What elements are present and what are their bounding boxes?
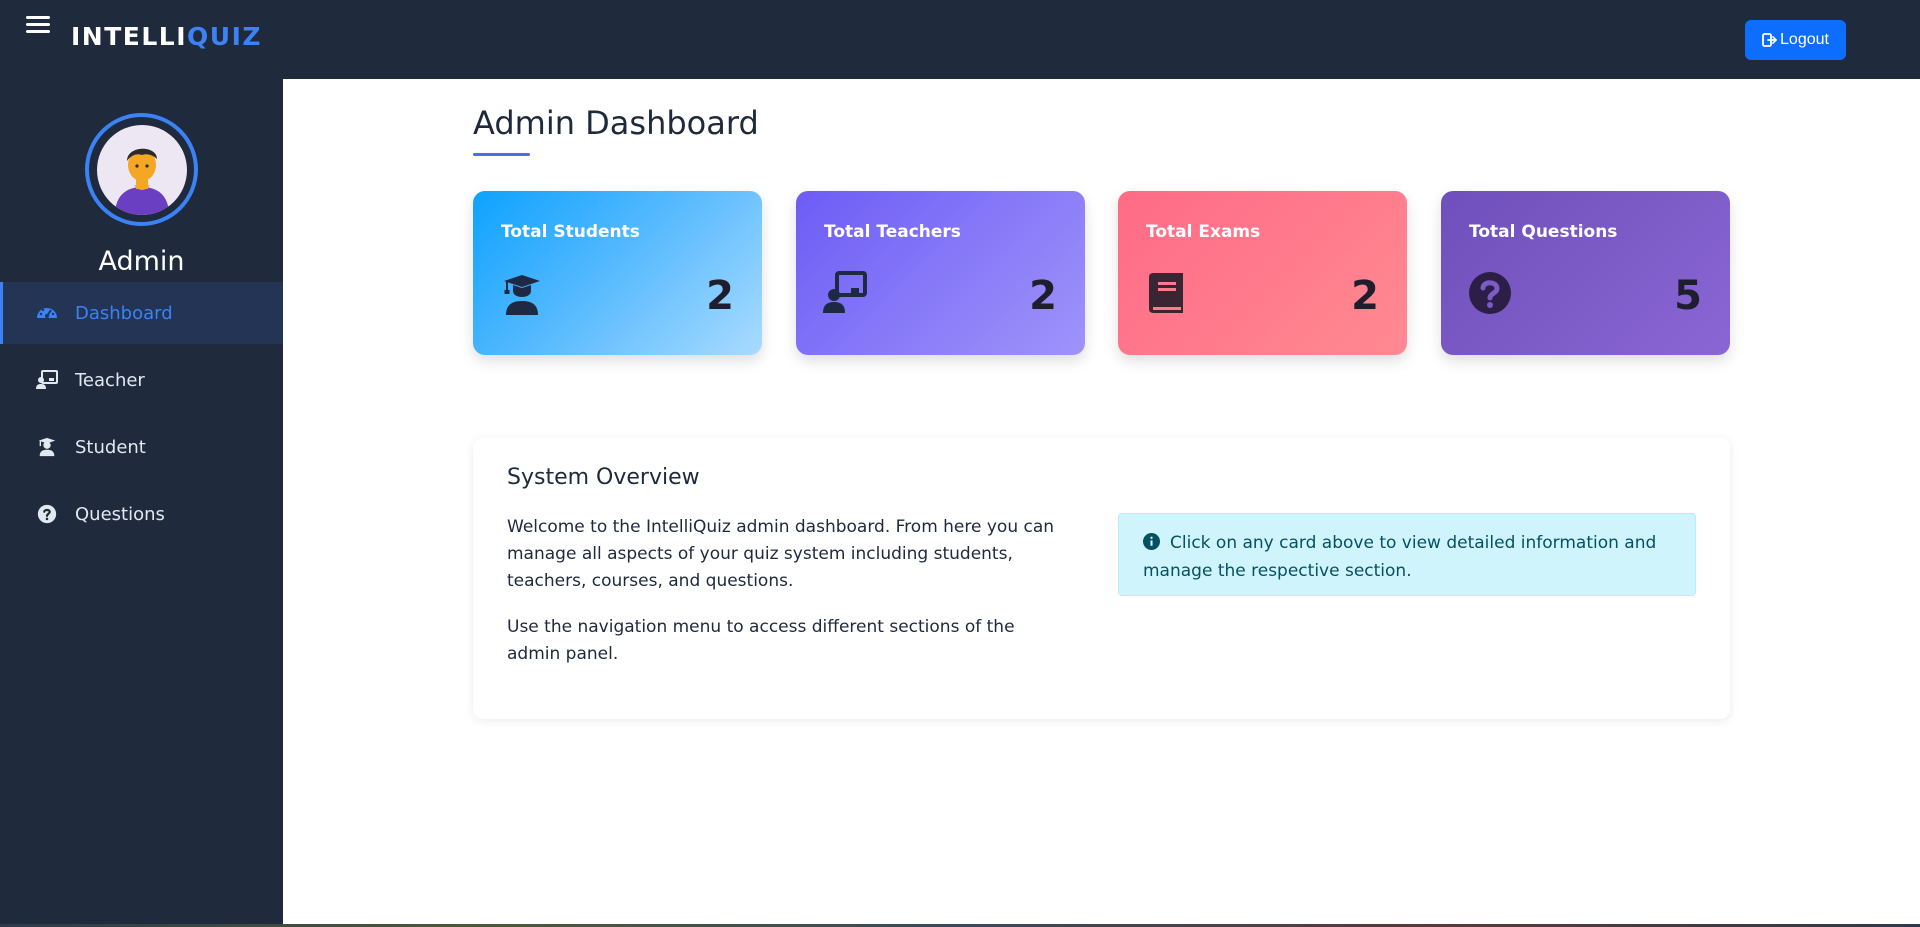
- page-title: Admin Dashboard: [473, 104, 759, 142]
- overview-paragraph: Welcome to the IntelliQuiz admin dashboa…: [507, 517, 1055, 591]
- logout-icon: [1762, 33, 1777, 47]
- card-value: 2: [1029, 273, 1057, 319]
- card-value: 5: [1674, 273, 1702, 319]
- card-label: Total Students: [501, 222, 640, 242]
- logout-button[interactable]: Logout: [1745, 20, 1846, 60]
- top-navbar: INTELLIQUIZ Logout: [0, 0, 1920, 79]
- book-icon: [1145, 271, 1189, 315]
- sidebar-item-label: Dashboard: [75, 302, 173, 324]
- card-value: 2: [1351, 273, 1379, 319]
- stat-card-teachers[interactable]: Total Teachers 2: [796, 191, 1085, 355]
- title-underline: [473, 153, 530, 156]
- question-circle-icon: [1468, 271, 1512, 315]
- info-icon: [1143, 531, 1160, 550]
- sidebar-item-questions[interactable]: Questions: [0, 483, 283, 545]
- sidebar-item-label: Questions: [75, 503, 165, 525]
- card-label: Total Questions: [1469, 222, 1618, 242]
- system-overview-card: System Overview Welcome to the IntelliQu…: [473, 438, 1730, 719]
- sidebar-user-name: Admin: [98, 246, 185, 277]
- avatar-image: [96, 124, 187, 215]
- brand-logo[interactable]: INTELLIQUIZ: [71, 22, 262, 51]
- info-alert: Click on any card above to view detailed…: [1118, 513, 1696, 596]
- card-label: Total Exams: [1146, 222, 1261, 242]
- sidebar-item-teacher[interactable]: Teacher: [0, 349, 283, 411]
- sidebar-item-label: Teacher: [75, 369, 145, 391]
- dashboard-icon: [35, 301, 59, 325]
- student-icon: [35, 435, 59, 459]
- sidebar: Admin Dashboard Teacher Student Question…: [0, 79, 283, 927]
- card-value: 2: [706, 273, 734, 319]
- card-label: Total Teachers: [824, 222, 961, 242]
- sidebar-item-label: Student: [75, 436, 146, 458]
- stat-card-questions[interactable]: Total Questions 5: [1441, 191, 1730, 355]
- avatar: [85, 113, 198, 226]
- teacher-board-icon: [823, 271, 867, 315]
- sidebar-item-dashboard[interactable]: Dashboard: [0, 282, 283, 344]
- brand-text-primary: INTELLI: [71, 22, 188, 51]
- teacher-icon: [35, 368, 59, 392]
- logout-label: Logout: [1780, 31, 1829, 48]
- graduation-icon: [500, 271, 544, 315]
- hamburger-menu-icon[interactable]: [26, 16, 50, 40]
- overview-paragraph: Use the navigation menu to access differ…: [507, 617, 1015, 664]
- brand-text-accent: QUIZ: [187, 22, 263, 51]
- question-icon: [35, 502, 59, 526]
- info-text: Click on any card above to view detailed…: [1143, 533, 1657, 581]
- overview-title: System Overview: [507, 465, 700, 490]
- stat-card-students[interactable]: Total Students 2: [473, 191, 762, 355]
- sidebar-item-student[interactable]: Student: [0, 416, 283, 478]
- stat-card-exams[interactable]: Total Exams 2: [1118, 191, 1407, 355]
